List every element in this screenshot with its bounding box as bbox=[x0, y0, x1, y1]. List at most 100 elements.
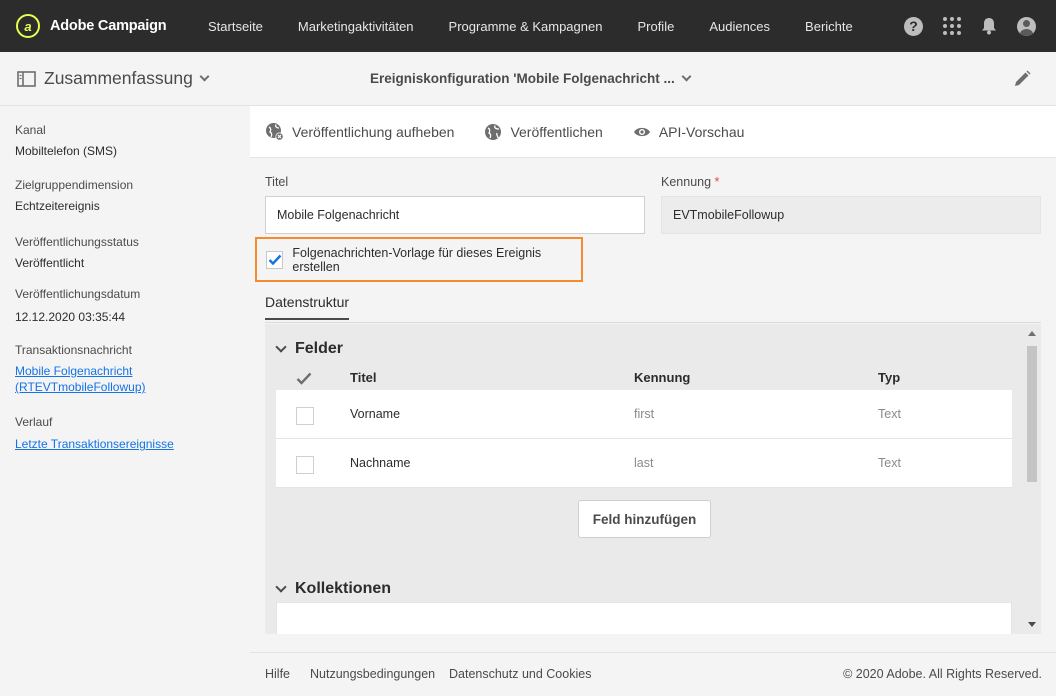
table-row[interactable]: Vorname first Text bbox=[276, 390, 1012, 439]
user-avatar[interactable] bbox=[1017, 16, 1036, 36]
chevron-down-icon bbox=[275, 340, 287, 353]
publication-date-label: Veröffentlichungsdatum bbox=[15, 287, 141, 301]
publication-status-label: Veröffentlichungsstatus bbox=[15, 235, 139, 249]
target-dimension-block: Zielgruppendimension Echtzeitereignis bbox=[15, 178, 133, 213]
row-checkbox[interactable] bbox=[296, 456, 314, 474]
adobe-campaign-logo-icon: a bbox=[16, 14, 40, 38]
summary-label: Zusammenfassung bbox=[44, 68, 193, 88]
nav-item-marketingaktivitaeten[interactable]: Marketingaktivitäten bbox=[298, 19, 414, 34]
chevron-down-icon bbox=[199, 71, 210, 82]
row-type: Text bbox=[878, 456, 901, 470]
publish-button[interactable]: Veröffentlichen bbox=[484, 123, 603, 141]
column-header-type[interactable]: Typ bbox=[878, 370, 900, 385]
publication-status-block: Veröffentlichungsstatus Veröffentlicht bbox=[15, 235, 139, 270]
summary-panel-toggle[interactable]: Zusammenfassung bbox=[17, 68, 210, 89]
channel-value: Mobiltelefon (SMS) bbox=[15, 144, 118, 158]
app-name: Adobe Campaign bbox=[50, 18, 167, 34]
api-preview-button[interactable]: API-Vorschau bbox=[633, 123, 745, 140]
apps-grid-icon[interactable] bbox=[943, 17, 961, 35]
collections-section-header[interactable]: Kollektionen bbox=[275, 580, 392, 598]
column-header-title[interactable]: Titel bbox=[350, 370, 377, 385]
eye-icon bbox=[633, 127, 650, 136]
fields-section-title: Felder bbox=[295, 340, 344, 357]
footer-help-link[interactable]: Hilfe bbox=[265, 667, 290, 681]
id-field bbox=[661, 196, 1041, 234]
publication-date-value: 12.12.2020 03:35:44 bbox=[15, 310, 126, 324]
nav-item-audiences[interactable]: Audiences bbox=[709, 19, 770, 34]
column-header-id[interactable]: Kennung bbox=[634, 370, 690, 385]
chevron-down-icon bbox=[275, 580, 287, 593]
channel-label: Kanal bbox=[15, 123, 46, 137]
globe-icon bbox=[485, 123, 502, 140]
history-link[interactable]: Letzte Transaktionsereignisse bbox=[15, 436, 174, 452]
top-navigation-bar: a Adobe Campaign Startseite Marketingakt… bbox=[0, 0, 1056, 52]
main-content: Veröffentlichung aufheben Veröffentliche… bbox=[250, 106, 1056, 652]
tab-divider bbox=[265, 322, 1041, 323]
notification-bell-icon[interactable] bbox=[981, 17, 997, 35]
copyright-text: © 2020 Adobe. All Rights Reserved. bbox=[843, 667, 1042, 681]
page-header: Zusammenfassung Ereigniskonfiguration 'M… bbox=[0, 52, 1056, 106]
publish-label: Veröffentlichen bbox=[510, 123, 603, 140]
collections-table bbox=[276, 602, 1012, 634]
row-id: last bbox=[634, 456, 654, 470]
id-field-label-text: Kennung bbox=[661, 175, 712, 189]
footer-privacy-link[interactable]: Datenschutz und Cookies bbox=[449, 667, 591, 681]
unpublish-button[interactable]: Veröffentlichung aufheben bbox=[265, 122, 454, 141]
brand[interactable]: a Adobe Campaign bbox=[16, 14, 208, 38]
chevron-down-icon bbox=[681, 71, 692, 82]
fields-section-header[interactable]: Felder bbox=[275, 340, 344, 358]
row-title: Nachname bbox=[350, 456, 411, 470]
page-title: Ereigniskonfiguration 'Mobile Folgenachr… bbox=[370, 71, 675, 86]
transaction-message-block: Transaktionsnachricht Mobile Folgenachri… bbox=[15, 343, 145, 395]
followup-template-label: Folgenachrichten-Vorlage für dieses Erei… bbox=[292, 245, 542, 274]
nav-item-startseite[interactable]: Startseite bbox=[208, 19, 263, 34]
help-icon[interactable]: ? bbox=[904, 16, 923, 36]
nav-item-berichte[interactable]: Berichte bbox=[805, 19, 853, 34]
tab-datenstruktur[interactable]: Datenstruktur bbox=[265, 294, 350, 320]
panel-icon bbox=[17, 70, 36, 87]
top-icons: ? bbox=[904, 0, 1036, 52]
unpublish-label: Veröffentlichung aufheben bbox=[292, 123, 455, 140]
api-preview-label: API-Vorschau bbox=[658, 123, 745, 140]
history-block: Verlauf Letzte Transaktionsereignisse bbox=[15, 415, 174, 452]
page-title-dropdown[interactable]: Ereigniskonfiguration 'Mobile Folgenachr… bbox=[370, 71, 692, 86]
summary-sidebar: Kanal Mobiltelefon (SMS) Zielgruppendime… bbox=[0, 106, 250, 696]
transaction-message-link[interactable]: Mobile Folgenachricht (RTEVTmobileFollow… bbox=[15, 363, 145, 395]
row-title: Vorname bbox=[350, 407, 401, 421]
transaction-message-link-line2[interactable]: (RTEVTmobileFollowup) bbox=[15, 379, 145, 395]
row-checkbox[interactable] bbox=[296, 407, 314, 425]
channel-block: Kanal Mobiltelefon (SMS) bbox=[15, 123, 117, 158]
transaction-message-link-line1[interactable]: Mobile Folgenachricht bbox=[15, 363, 145, 379]
publication-status-value: Veröffentlicht bbox=[15, 256, 85, 270]
transaction-message-label: Transaktionsnachricht bbox=[15, 343, 132, 357]
edit-pencil-icon[interactable] bbox=[1012, 69, 1032, 89]
nav-item-profile[interactable]: Profile bbox=[637, 19, 674, 34]
footer-terms-link[interactable]: Nutzungsbedingungen bbox=[310, 667, 435, 681]
data-structure-panel: Felder Titel Kennung Typ Vorname first T… bbox=[265, 324, 1041, 634]
scrollbar-thumb[interactable] bbox=[1027, 346, 1037, 482]
history-label: Verlauf bbox=[15, 415, 53, 429]
globe-unpublish-icon bbox=[266, 123, 284, 141]
id-field-label: Kennung * bbox=[661, 175, 719, 189]
publication-date-block: Veröffentlichungsdatum 12.12.2020 03:35:… bbox=[15, 287, 140, 324]
target-dimension-value: Echtzeitereignis bbox=[15, 199, 100, 213]
table-row[interactable]: Nachname last Text bbox=[276, 439, 1012, 488]
checkbox-checked-icon[interactable] bbox=[266, 250, 284, 269]
main-nav: Startseite Marketingaktivitäten Programm… bbox=[208, 0, 888, 52]
page-footer: Hilfe Nutzungsbedingungen Datenschutz un… bbox=[250, 652, 1056, 696]
nav-item-programme-kampagnen[interactable]: Programme & Kampagnen bbox=[449, 19, 603, 34]
vertical-scrollbar[interactable] bbox=[1023, 324, 1041, 634]
select-all-check-icon[interactable] bbox=[296, 372, 312, 386]
required-marker: * bbox=[714, 175, 720, 189]
title-field-label: Titel bbox=[265, 175, 289, 189]
title-field[interactable] bbox=[265, 196, 645, 234]
fields-table: Vorname first Text Nachname last Text bbox=[276, 390, 1012, 488]
target-dimension-label: Zielgruppendimension bbox=[15, 178, 134, 192]
add-field-button[interactable]: Feld hinzufügen bbox=[578, 500, 711, 538]
followup-template-checkbox[interactable]: Folgenachrichten-Vorlage für dieses Erei… bbox=[255, 237, 583, 282]
action-bar: Veröffentlichung aufheben Veröffentliche… bbox=[250, 106, 1056, 158]
row-id: first bbox=[634, 407, 655, 421]
scroll-up-arrow-icon[interactable] bbox=[1028, 331, 1036, 336]
scroll-down-arrow-icon[interactable] bbox=[1028, 622, 1036, 627]
collections-section-title: Kollektionen bbox=[295, 580, 392, 597]
